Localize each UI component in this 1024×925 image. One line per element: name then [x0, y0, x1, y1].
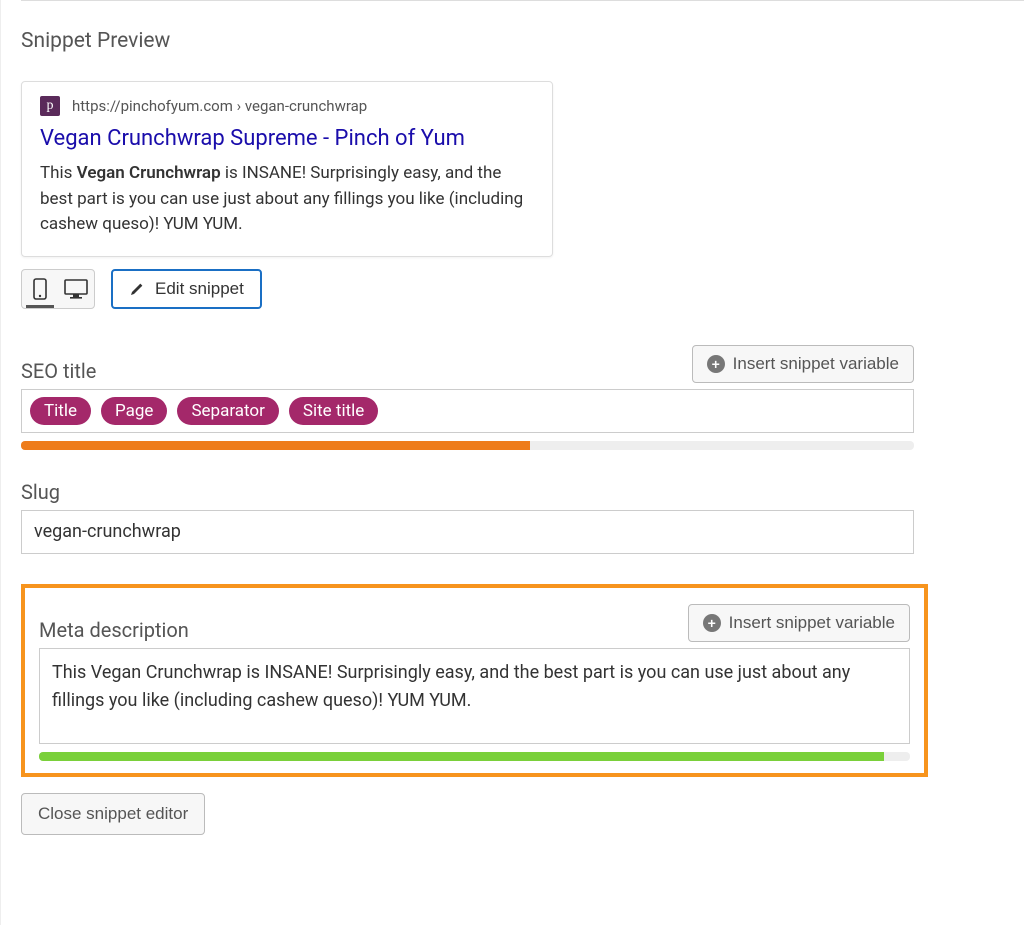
seo-title-field: SEO title + Insert snippet variable Titl…	[21, 345, 914, 450]
edit-snippet-button[interactable]: Edit snippet	[111, 269, 262, 309]
close-snippet-editor-button[interactable]: Close snippet editor	[21, 793, 205, 835]
seo-title-label: SEO title	[21, 359, 96, 383]
seo-title-input[interactable]: Title Page Separator Site title	[21, 389, 914, 433]
insert-variable-label: Insert snippet variable	[733, 354, 899, 374]
plus-circle-icon: +	[703, 614, 721, 632]
seo-title-variable-pill[interactable]: Page	[101, 397, 167, 425]
slug-input[interactable]: vegan-crunchwrap	[21, 510, 914, 554]
snippet-preview-heading: Snippet Preview	[21, 29, 1024, 53]
meta-description-field: Meta description + Insert snippet variab…	[39, 604, 910, 761]
mobile-icon	[33, 278, 47, 300]
meta-description-highlight: Meta description + Insert snippet variab…	[21, 584, 928, 777]
meta-description-input[interactable]: This Vegan Crunchwrap is INSANE! Surpris…	[39, 648, 910, 744]
meta-insert-variable-button[interactable]: + Insert snippet variable	[688, 604, 910, 642]
desktop-icon	[64, 279, 88, 299]
edit-snippet-label: Edit snippet	[155, 279, 244, 299]
plus-circle-icon: +	[707, 355, 725, 373]
seo-title-variable-pill[interactable]: Title	[30, 397, 91, 425]
preview-url: https://pinchofyum.com › vegan-crunchwra…	[72, 97, 367, 115]
seo-title-progress	[21, 441, 914, 450]
seo-title-variable-pill[interactable]: Separator	[177, 397, 278, 425]
meta-description-label: Meta description	[39, 618, 189, 642]
seo-title-insert-variable-button[interactable]: + Insert snippet variable	[692, 345, 914, 383]
seo-title-variable-pill[interactable]: Site title	[289, 397, 378, 425]
close-snippet-editor-label: Close snippet editor	[38, 804, 188, 824]
desktop-preview-button[interactable]	[58, 270, 94, 308]
meta-description-progress	[39, 752, 910, 761]
slug-field: Slug vegan-crunchwrap	[21, 480, 914, 554]
pencil-icon	[129, 281, 145, 297]
mobile-preview-button[interactable]	[22, 270, 58, 308]
preview-title: Vegan Crunchwrap Supreme - Pinch of Yum	[40, 126, 534, 151]
slug-label: Slug	[21, 480, 60, 504]
preview-mode-toggle	[21, 269, 95, 309]
insert-variable-label: Insert snippet variable	[729, 613, 895, 633]
snippet-preview-card: p https://pinchofyum.com › vegan-crunchw…	[21, 81, 553, 257]
meta-description-progress-bar	[39, 752, 884, 761]
seo-title-progress-bar	[21, 441, 530, 450]
preview-description: This Vegan Crunchwrap is INSANE! Surpris…	[40, 161, 534, 238]
site-favicon: p	[40, 96, 60, 116]
